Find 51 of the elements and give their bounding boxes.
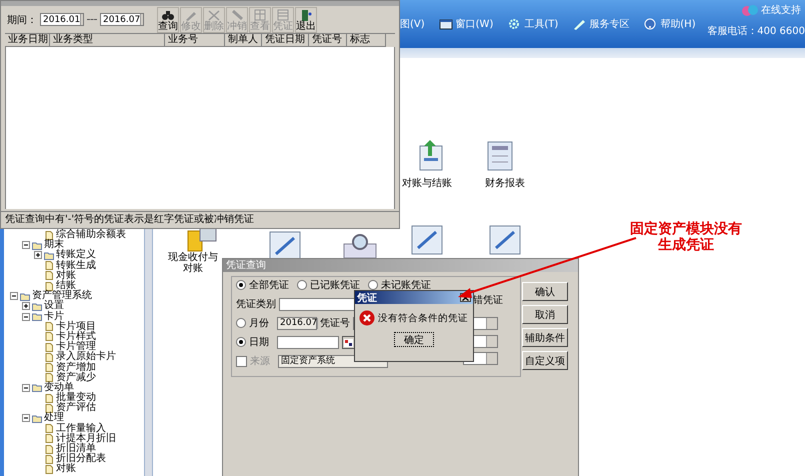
tree-item[interactable]: 录入原始卡片 [56, 352, 116, 362]
status-text: 凭证查询中有'-'符号的凭证表示是红字凭证或被冲销凭证 [1, 211, 399, 228]
category-label: 凭证类别 [236, 298, 276, 311]
icon-label[interactable]: 现金收付与 对账 [168, 252, 218, 274]
toolbar-button[interactable]: 退出 [295, 6, 317, 32]
tree-item[interactable]: 处理 [44, 413, 64, 424]
tree-item[interactable]: 卡片样式 [56, 332, 96, 342]
menu-item[interactable]: 图(V) [400, 17, 425, 31]
tree-item[interactable]: 卡片项目 [56, 322, 96, 332]
tree-item[interactable]: 变动单 [44, 382, 74, 393]
tree-item[interactable]: 期末 [44, 240, 64, 250]
radio-option[interactable]: 月份 [236, 316, 269, 330]
annotation-text: 固定资产模块没有 生成凭证 [630, 221, 742, 253]
voucher-number-label: 凭证号 [320, 317, 350, 330]
hotline-text: 客服电话：400 6600 [707, 24, 805, 38]
radio-option[interactable]: 全部凭证 [236, 278, 289, 292]
menu-item[interactable]: 服务专区 [572, 17, 630, 31]
tree-item[interactable]: 卡片 [44, 312, 64, 322]
tree-item[interactable]: 转账定义 [56, 250, 96, 260]
tree-item[interactable]: 资产评估 [56, 403, 96, 414]
radio-option[interactable]: 已记账凭证 [297, 278, 360, 292]
option-label: 错凭证 [473, 294, 503, 307]
tree-item[interactable]: 资产减少 [56, 372, 96, 383]
month-dropdown[interactable]: 2016.07 [277, 316, 317, 330]
period-start-dropdown[interactable]: 2016.01 [40, 13, 84, 26]
toolbar-button[interactable]: 查询 [157, 6, 179, 32]
tree-item[interactable]: 计提本月折旧 [56, 434, 116, 444]
tree-item[interactable]: 工作量输入 [56, 424, 106, 434]
tree-item[interactable]: 转账生成 [56, 260, 96, 271]
tree-item[interactable]: 设置 [44, 301, 64, 312]
dialog-title: 凭证查询 [223, 259, 578, 272]
dialog-button[interactable]: 取消 [522, 305, 568, 324]
icon-label[interactable]: 财务报表 [485, 178, 525, 189]
tree-item[interactable]: 资产增加 [56, 362, 96, 373]
tree-item[interactable]: 综合辅助余额表 [56, 230, 126, 240]
ok-button[interactable]: 确定 [394, 332, 434, 347]
menu-item[interactable]: 帮助(H) [643, 17, 696, 31]
menu-item[interactable]: 窗口(W) [438, 17, 494, 31]
period-label: 期间： [7, 14, 37, 26]
tree-item[interactable]: 对账 [56, 464, 76, 474]
period-end-dropdown[interactable]: 2016.07 [100, 13, 144, 26]
dialog-button[interactable]: 辅助条件 [522, 328, 568, 347]
menu-item[interactable]: 工具(T) [507, 17, 558, 31]
radio-option[interactable]: 日期 [236, 335, 269, 349]
message-text: 没有符合条件的凭证 [378, 312, 468, 324]
icon-label[interactable]: 对账与结账 [402, 178, 452, 189]
tree-item[interactable]: 结账 [56, 281, 76, 292]
tree-item[interactable]: 对账 [56, 270, 76, 281]
dialog-button[interactable]: 自定义项 [522, 351, 568, 370]
dialog-button[interactable]: 确认 [522, 282, 568, 301]
message-title-bar: 凭证 [355, 291, 473, 304]
